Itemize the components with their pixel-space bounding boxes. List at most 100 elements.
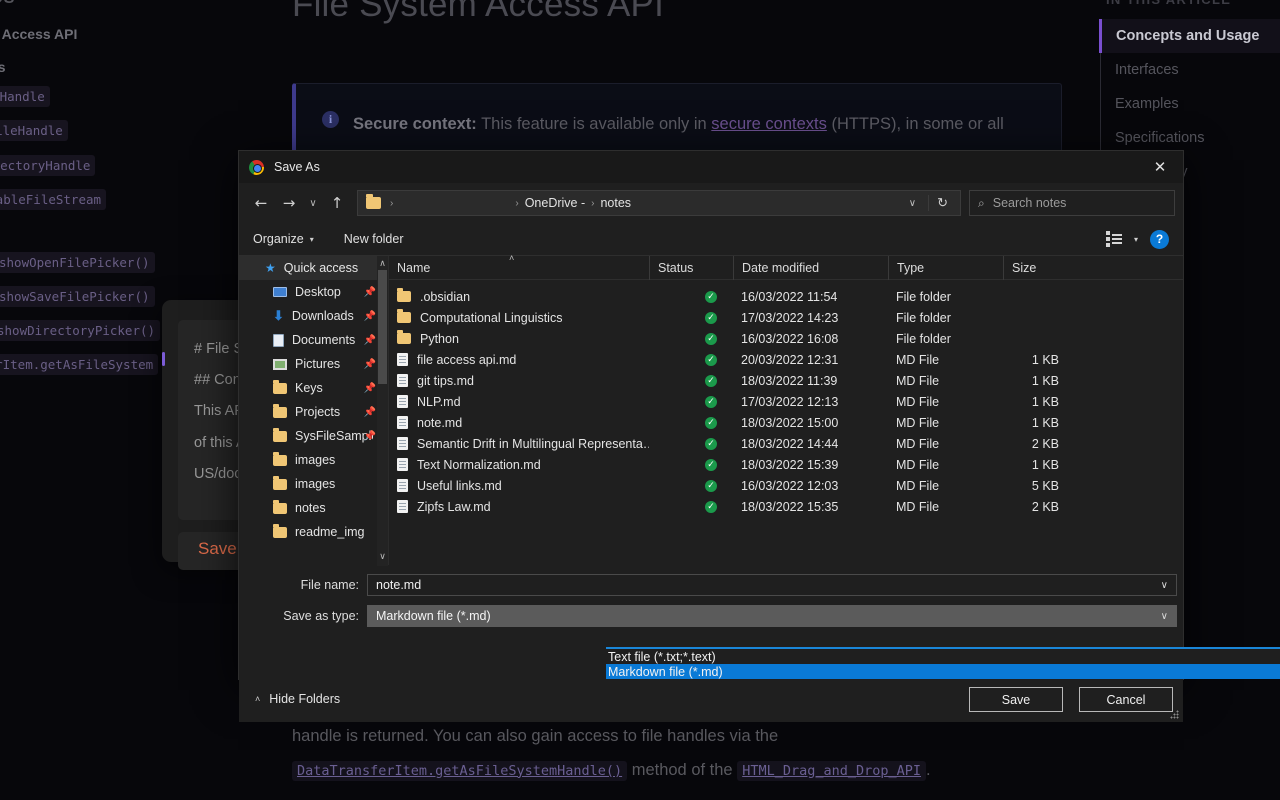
help-icon[interactable]: ? <box>1150 229 1169 249</box>
left-nav-link-filesystemdirectoryhandle[interactable]: temDirectoryHandle <box>0 155 96 176</box>
scrollbar-thumb[interactable] <box>378 270 387 384</box>
file-type: MD File <box>896 415 940 430</box>
folder-icon <box>397 330 411 344</box>
sidebar-item-keys[interactable]: Keys 📌 <box>239 376 388 400</box>
left-nav-link-showsavefilepicker[interactable]: showSaveFilePicker() <box>0 286 155 307</box>
file-icon <box>397 374 408 387</box>
savetype-dropdown-list[interactable]: Text file (*.txt;*.text) Markdown file (… <box>606 647 1280 679</box>
left-nav-link-filesystemwritablefilestream[interactable]: temWritableFileStream <box>0 189 107 210</box>
back-icon[interactable]: ← <box>247 189 275 217</box>
toc-item-concepts-and-usage[interactable]: Concepts and Usage <box>1099 19 1280 53</box>
secure-contexts-link[interactable]: secure contexts <box>711 115 827 133</box>
left-nav-group-title-1: em Access API <box>0 26 78 42</box>
scroll-down-icon[interactable]: ∨ <box>378 551 387 562</box>
file-size: 1 KB <box>1031 457 1059 472</box>
chevron-down-icon[interactable]: ∨ <box>899 198 926 209</box>
pin-icon: 📌 <box>363 382 376 394</box>
toc-item-examples[interactable]: Examples <box>1101 87 1280 121</box>
modal-accent-bar <box>162 352 165 366</box>
sidebar-item-images-1[interactable]: images <box>239 448 388 472</box>
savetype-label: Save as type: <box>283 609 359 623</box>
left-nav-link-datatransferitem[interactable]: nsferItem.getAsFileSystem <box>0 354 159 375</box>
search-placeholder: Search notes <box>992 196 1067 210</box>
table-row[interactable]: Computational Linguistics ✓ 17/03/2022 1… <box>389 307 1183 328</box>
breadcrumb-item-notes[interactable]: notes <box>600 196 631 210</box>
save-button[interactable]: Save <box>969 687 1063 712</box>
column-header-status[interactable]: Status <box>649 255 733 280</box>
sidebar-item-images-2[interactable]: images <box>239 472 388 496</box>
page-left-sidebar: TOPICS em Access API es temHandle temFil… <box>0 0 178 800</box>
savetype-value: Markdown file (*.md) <box>376 609 491 623</box>
column-header-size[interactable]: Size <box>1003 255 1081 280</box>
filename-input[interactable]: note.md ∨ <box>367 574 1177 596</box>
toc-item-interfaces[interactable]: Interfaces <box>1101 53 1280 87</box>
recent-locations-icon[interactable]: ∨ <box>303 189 323 217</box>
dialog-title: Save As <box>274 160 320 174</box>
sidebar-label: Keys <box>295 381 323 395</box>
column-label: Name <box>397 260 431 275</box>
sidebar-item-desktop[interactable]: Desktop 📌 <box>239 280 388 304</box>
file-list-header: Name ˄ Status Date modified Type Size <box>389 253 1183 280</box>
file-size: 1 KB <box>1031 394 1059 409</box>
notecard-text-2: (HTTPS), in some or all <box>826 114 1004 133</box>
savetype-select[interactable]: Markdown file (*.md) ∨ <box>367 605 1177 627</box>
sidebar-item-pictures[interactable]: Pictures 📌 <box>239 352 388 376</box>
cancel-button[interactable]: Cancel <box>1079 687 1173 712</box>
up-icon[interactable]: ↑ <box>323 189 351 217</box>
view-layout-icon[interactable] <box>1105 231 1122 247</box>
table-row[interactable]: NLP.md ✓ 17/03/2022 12:13 MD File 1 KB <box>389 391 1183 412</box>
file-size: 2 KB <box>1031 436 1059 451</box>
new-folder-button[interactable]: New folder <box>344 232 404 246</box>
folder-icon <box>273 475 287 490</box>
left-nav-link-showopenfilepicker[interactable]: showOpenFilePicker() <box>0 252 155 273</box>
sidebar-item-sysfilesample[interactable]: SysFileSample 📌 <box>239 424 388 448</box>
sidebar-label: Pictures <box>295 357 341 371</box>
table-row[interactable]: .obsidian ✓ 16/03/2022 11:54 File folder <box>389 286 1183 307</box>
left-nav-link-filesystemfilehandle[interactable]: temFileHandle <box>0 120 68 141</box>
column-header-type[interactable]: Type <box>888 255 1003 280</box>
left-nav-link-filesystemhandle[interactable]: temHandle <box>0 86 50 107</box>
pin-icon: 📌 <box>363 286 376 298</box>
table-row[interactable]: file access api.md ✓ 20/03/2022 12:31 MD… <box>389 349 1183 370</box>
sidebar-item-quick-access[interactable]: ★ Quick access <box>239 256 388 280</box>
column-header-date-modified[interactable]: Date modified <box>733 255 888 280</box>
refresh-icon[interactable]: ↻ <box>928 195 956 211</box>
pin-icon: 📌 <box>363 406 376 418</box>
organize-label: Organize <box>253 232 304 246</box>
table-row[interactable]: note.md ✓ 18/03/2022 15:00 MD File 1 KB <box>389 412 1183 433</box>
footer-buttons: Save Cancel <box>969 687 1173 712</box>
getasfilesystemhandle-link[interactable]: DataTransferItem.getAsFileSystemHandle() <box>292 760 628 781</box>
hide-folders-button[interactable]: ˄ Hide Folders <box>255 692 340 706</box>
scroll-up-icon[interactable]: ∧ <box>378 258 387 269</box>
sidebar-item-documents[interactable]: Documents 📌 <box>239 328 388 352</box>
resize-grip[interactable] <box>1170 710 1180 720</box>
navpane-scrollbar[interactable]: ∨ ∧ <box>377 256 388 566</box>
table-row[interactable]: Useful links.md ✓ 16/03/2022 12:03 MD Fi… <box>389 475 1183 496</box>
table-row[interactable]: Python ✓ 16/03/2022 16:08 File folder <box>389 328 1183 349</box>
html-drag-drop-api-link[interactable]: HTML_Drag_and_Drop_API <box>737 760 926 781</box>
table-row[interactable]: git tips.md ✓ 18/03/2022 11:39 MD File 1… <box>389 370 1183 391</box>
table-row[interactable]: Zipfs Law.md ✓ 18/03/2022 15:35 MD File … <box>389 496 1183 517</box>
breadcrumb[interactable]: › › OneDrive - › notes ∨ ↻ <box>357 190 961 216</box>
table-row[interactable]: Semantic Drift in Multilingual Represent… <box>389 433 1183 454</box>
table-row[interactable]: Text Normalization.md ✓ 18/03/2022 15:39… <box>389 454 1183 475</box>
column-header-name[interactable]: Name ˄ <box>389 253 649 280</box>
chevron-down-icon[interactable]: ∨ <box>1161 611 1168 622</box>
dialog-titlebar[interactable]: Save As ✕ <box>239 151 1183 183</box>
close-icon[interactable]: ✕ <box>1137 151 1183 183</box>
sidebar-item-downloads[interactable]: ⬇ Downloads 📌 <box>239 304 388 328</box>
sidebar-item-readme-img[interactable]: readme_img <box>239 520 388 544</box>
sidebar-item-notes[interactable]: notes <box>239 496 388 520</box>
dropdown-option-text-file[interactable]: Text file (*.txt;*.text) <box>606 649 1280 664</box>
search-input[interactable]: ⌕ Search notes <box>969 190 1175 216</box>
file-icon <box>397 416 408 429</box>
chevron-down-icon[interactable]: ∨ <box>1161 580 1168 591</box>
view-chevron-down-icon[interactable]: ▾ <box>1134 235 1138 244</box>
breadcrumb-item-onedrive[interactable]: OneDrive - <box>525 196 585 210</box>
dropdown-option-markdown-file[interactable]: Markdown file (*.md) <box>606 664 1280 679</box>
organize-button[interactable]: Organize ▾ <box>253 232 314 246</box>
left-nav-link-showdirectorypicker[interactable]: showDirectoryPicker() <box>0 320 161 341</box>
sidebar-item-projects[interactable]: Projects 📌 <box>239 400 388 424</box>
sync-status-icon: ✓ <box>705 416 717 429</box>
forward-icon[interactable]: → <box>275 189 303 217</box>
